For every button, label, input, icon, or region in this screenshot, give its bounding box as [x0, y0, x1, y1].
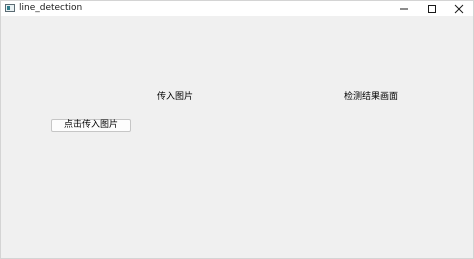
- app-window-icon: [5, 4, 15, 12]
- maximize-icon: [428, 5, 436, 13]
- input-image-label: 传入图片: [157, 92, 194, 102]
- close-button[interactable]: [445, 1, 473, 16]
- app-window: line_detection 传入图片 检测结果画面 点击传入图片: [0, 0, 474, 259]
- minimize-icon: [400, 8, 408, 10]
- main-content: 传入图片 检测结果画面 点击传入图片: [1, 16, 473, 258]
- upload-image-button[interactable]: 点击传入图片: [51, 119, 131, 132]
- maximize-button[interactable]: [418, 1, 446, 16]
- title-bar[interactable]: line_detection: [1, 1, 473, 16]
- detection-result-label: 检测结果画面: [344, 92, 399, 102]
- minimize-button[interactable]: [390, 1, 418, 16]
- close-icon: [454, 4, 464, 14]
- window-title: line_detection: [19, 3, 83, 13]
